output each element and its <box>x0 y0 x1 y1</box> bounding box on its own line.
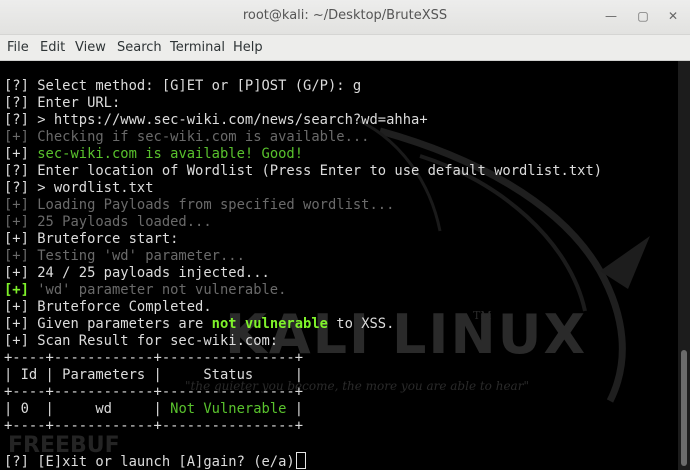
terminal-line: +----+------------+----------------+ <box>4 384 602 401</box>
terminal-window: root@kali: ~/Desktop/BruteXSS — ▢ ✕ File… <box>0 0 690 470</box>
terminal-line: +----+------------+----------------+ <box>4 418 602 435</box>
terminal-line: [+] Bruteforce Completed. <box>4 299 602 316</box>
terminal-line: [?] > wordlist.txt <box>4 180 602 197</box>
terminal-line: [+] Checking if sec-wiki.com is availabl… <box>4 129 602 146</box>
terminal-line: [+] Given parameters are not vulnerable … <box>4 316 602 333</box>
menu-file[interactable]: File <box>7 40 29 55</box>
terminal-text: +----+------------+----------------+ <box>4 418 304 434</box>
terminal-text: [+] Checking if sec-wiki.com is availabl… <box>4 129 370 145</box>
terminal-text: [+] Scan Result for sec-wiki.com: <box>4 333 279 349</box>
terminal-text: | <box>286 401 304 417</box>
terminal-line: [+] Scan Result for sec-wiki.com: <box>4 333 602 350</box>
terminal-text: to XSS. <box>327 316 395 332</box>
menu-view[interactable]: View <box>75 40 106 55</box>
terminal-lines: [?] Select method: [G]ET or [P]OST (G/P)… <box>4 78 602 470</box>
terminal-line: [+] 'wd' parameter not vulnerable. <box>4 282 602 299</box>
terminal-line: [?] [E]xit or launch [A]gain? (e/a) <box>4 452 602 470</box>
terminal-line: [+] Loading Payloads from specified word… <box>4 197 602 214</box>
terminal-text: 'wd' parameter not vulnerable. <box>28 282 287 298</box>
terminal-line: [+] 25 Payloads loaded... <box>4 214 602 231</box>
terminal-line: | Id | Parameters | Status | <box>4 367 602 384</box>
menu-terminal[interactable]: Terminal <box>170 40 225 55</box>
terminal-text: Not Vulnerable <box>170 401 287 417</box>
terminal-text: [+] Bruteforce Completed. <box>4 299 212 315</box>
terminal-text: [+] <box>4 146 38 162</box>
menu-search[interactable]: Search <box>117 40 162 55</box>
menu-help[interactable]: Help <box>233 40 263 55</box>
terminal-line: [+] 24 / 25 payloads injected... <box>4 265 602 282</box>
terminal-text: +----+------------+----------------+ <box>4 384 304 400</box>
menu-edit[interactable]: Edit <box>40 40 65 55</box>
terminal-text: [?] Enter URL: <box>4 95 121 111</box>
terminal-text: [?] Enter location of Wordlist (Press En… <box>4 163 603 179</box>
title-bar[interactable]: root@kali: ~/Desktop/BruteXSS — ▢ ✕ <box>0 0 690 35</box>
minimize-icon[interactable]: — <box>600 6 622 26</box>
scrollbar-thumb[interactable] <box>681 350 687 466</box>
terminal-line: [+] sec-wiki.com is available! Good! <box>4 146 602 163</box>
terminal-line: +----+------------+----------------+ <box>4 350 602 367</box>
terminal-text: [+] Given parameters are <box>4 316 212 332</box>
terminal-line: [?] Enter location of Wordlist (Press En… <box>4 163 602 180</box>
maximize-icon[interactable]: ▢ <box>632 6 654 26</box>
terminal-text: [+] Testing 'wd' parameter... <box>4 248 245 264</box>
terminal-text: [?] > wordlist.txt <box>4 180 154 196</box>
terminal-line: [?] > https://www.sec-wiki.com/news/sear… <box>4 112 602 129</box>
terminal-text: [+] <box>4 282 29 298</box>
terminal-text: not vulnerable <box>211 316 328 332</box>
terminal-line: [+] Bruteforce start: <box>4 231 602 248</box>
terminal-text: [?] Select method: [G]ET or [P]OST (G/P)… <box>4 78 362 94</box>
terminal-line: | 0 | wd | Not Vulnerable | <box>4 401 602 418</box>
terminal-line: [+] Testing 'wd' parameter... <box>4 248 602 265</box>
close-icon[interactable]: ✕ <box>662 6 684 26</box>
terminal-text: [?] [E]xit or launch [A]gain? (e/a) <box>4 454 295 470</box>
terminal-text: [+] 24 / 25 payloads injected... <box>4 265 270 281</box>
terminal-output[interactable]: KALI LINUX TM "the quieter you become, t… <box>0 61 678 470</box>
terminal-text: [+] Loading Payloads from specified word… <box>4 197 395 213</box>
terminal-text: [+] Bruteforce start: <box>4 231 179 247</box>
menu-bar: File Edit View Search Terminal Help <box>0 35 690 61</box>
terminal-text: +----+------------+----------------+ <box>4 350 304 366</box>
text-cursor <box>295 452 306 469</box>
window-title: root@kali: ~/Desktop/BruteXSS <box>242 8 448 23</box>
terminal-text: sec-wiki.com is available! Good! <box>37 146 304 162</box>
terminal-text: [+] 25 Payloads loaded... <box>4 214 212 230</box>
terminal-line: [?] Enter URL: <box>4 95 602 112</box>
terminal-text: [?] > https://www.sec-wiki.com/news/sear… <box>4 112 428 128</box>
terminal-text: | 0 | wd | <box>4 401 171 417</box>
terminal-line: [?] Select method: [G]ET or [P]OST (G/P)… <box>4 78 602 95</box>
terminal-text: | Id | Parameters | Status | <box>4 367 304 383</box>
